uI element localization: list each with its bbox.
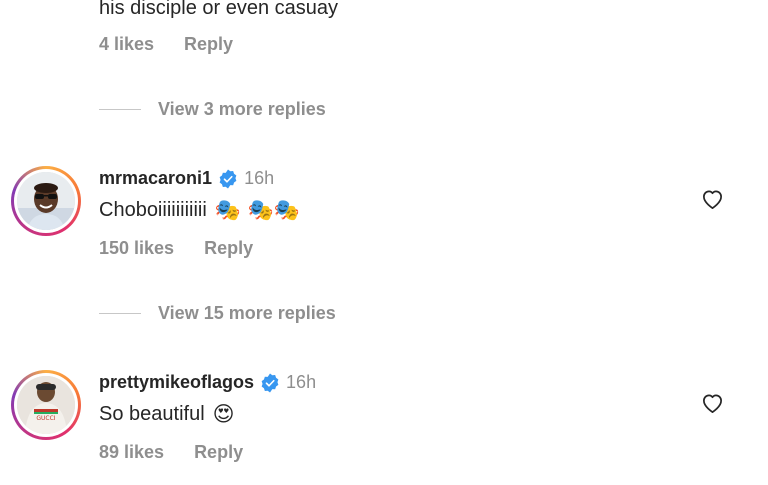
view-more-replies-label: View 3 more replies (158, 99, 326, 119)
performing-arts-emoji: 🎭 🎭🎭 (214, 198, 300, 222)
verified-badge-icon (261, 373, 279, 392)
comment-body: So beautiful (99, 402, 205, 425)
divider-line (99, 313, 141, 314)
svg-text:GUCCI: GUCCI (36, 415, 55, 422)
comment-text-partial: his disciple or even casuay (99, 0, 339, 19)
comment-header: prettymikeoflagos 16h (99, 372, 316, 393)
likes-count[interactable]: 89 likes (99, 442, 164, 463)
avatar[interactable]: GUCCI (11, 370, 81, 440)
timestamp: 16h (244, 168, 275, 188)
comments-page: his disciple or even casuay 4 likes Repl… (0, 0, 768, 485)
comment-header: mrmacaroni1 16h (99, 168, 274, 189)
reply-button[interactable]: Reply (184, 34, 233, 55)
reply-button[interactable]: Reply (204, 238, 253, 259)
avatar[interactable] (11, 166, 81, 236)
comment-meta: 150 likes Reply (99, 238, 253, 259)
comment-meta: 89 likes Reply (99, 442, 243, 463)
comment-text: So beautiful 😍 (99, 402, 235, 426)
likes-count[interactable]: 150 likes (99, 238, 174, 259)
view-more-replies-button[interactable]: View 15 more replies (99, 303, 336, 324)
comment-meta: 4 likes Reply (99, 34, 233, 55)
comment-text: Choboiiiiiiiiiii 🎭 🎭🎭 (99, 198, 300, 223)
heart-eyes-emoji: 😍 (212, 402, 235, 426)
avatar-image: GUCCI (17, 376, 75, 434)
comment-body: Choboiiiiiiiiiii (99, 199, 207, 221)
divider-line (99, 109, 141, 110)
heart-icon[interactable] (701, 392, 724, 414)
likes-count[interactable]: 4 likes (99, 34, 154, 55)
username-link[interactable]: mrmacaroni1 (99, 168, 212, 189)
view-more-replies-label: View 15 more replies (158, 303, 336, 323)
timestamp: 16h (286, 372, 317, 392)
heart-icon[interactable] (701, 188, 724, 210)
avatar-image (17, 172, 75, 230)
reply-button[interactable]: Reply (194, 442, 243, 463)
verified-badge-icon (219, 169, 237, 188)
view-more-replies-button[interactable]: View 3 more replies (99, 99, 326, 120)
username-link[interactable]: prettymikeoflagos (99, 372, 254, 393)
